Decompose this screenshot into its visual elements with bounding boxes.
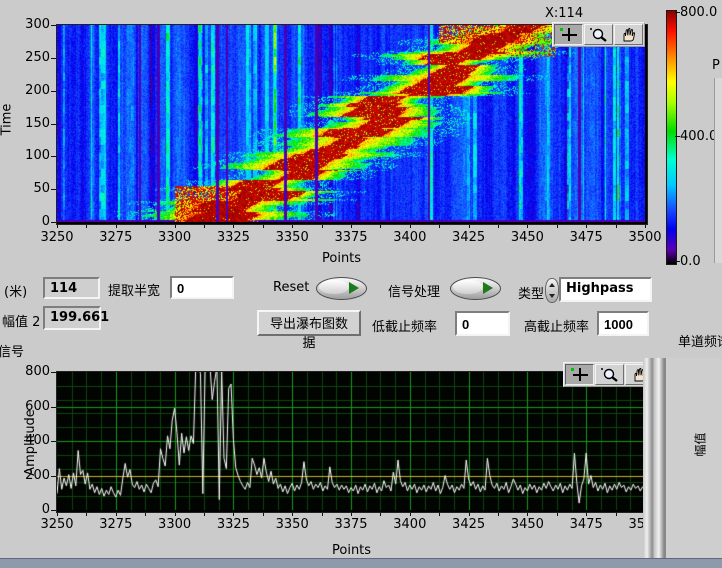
labview-front-panel: { "waterfall_plot": { "ylabel": "Time", … (0, 0, 722, 567)
switch-knob (319, 280, 349, 294)
increment-arrow-icon (549, 283, 555, 287)
y-tick-label: 100 (16, 148, 50, 163)
x-tick-label: 3375 (329, 517, 373, 532)
waterfall-graph-palette (552, 22, 645, 47)
single-channel-spectrum-label: 单道频谱 (678, 331, 722, 350)
zoom-tool-button[interactable] (584, 24, 613, 45)
x-tick-label: 3250 (35, 230, 79, 245)
y-tick-label: 200 (16, 83, 50, 98)
offscreen-panel-edge (714, 78, 722, 263)
amplitude2-indicator: 199.661 (43, 306, 101, 330)
waterfall-ylabel: Time (0, 104, 14, 136)
x-tick-label: 3300 (153, 230, 197, 245)
magnifier-icon (589, 27, 609, 42)
signal-section-label: 信号 (0, 341, 24, 360)
reset-label: Reset (273, 280, 309, 295)
switch-knob (453, 280, 483, 294)
magnifier-icon (600, 367, 620, 382)
colorbar-min-label: 0.0 (680, 254, 701, 269)
y-tick-label: 50 (16, 181, 50, 196)
cursor-tool-button[interactable] (565, 364, 594, 385)
decrement-arrow-icon (549, 294, 555, 298)
crosshair-icon (559, 27, 579, 42)
high-cutoff-label: 高截止频率 (524, 316, 589, 335)
signal-processing-switch[interactable] (450, 277, 501, 300)
zoom-tool-button[interactable] (595, 364, 624, 385)
x-tick-label: 3400 (388, 517, 432, 532)
x-tick-label: 3350 (270, 517, 314, 532)
x-tick-label: 3475 (564, 230, 608, 245)
export-waterfall-button[interactable]: 导出瀑布图数据 (257, 310, 361, 336)
amplitude2-label: 幅值 2 (2, 311, 40, 330)
y-tick-label: 400 (16, 433, 50, 448)
green-arrow-icon (483, 282, 493, 294)
crosshair-icon (570, 367, 590, 382)
colorbar-max-label: 800.0 (680, 5, 717, 20)
x-tick-label: 3350 (270, 230, 314, 245)
cursor-tool-button[interactable] (554, 24, 583, 45)
x-tick-label: 3275 (94, 230, 138, 245)
clipped-right-label: P (712, 58, 720, 73)
distance-indicator: 114 (43, 277, 100, 299)
y-tick-label: 250 (16, 50, 50, 65)
y-tick-label: 0 (16, 214, 50, 229)
y-tick-label: 0 (16, 502, 50, 517)
reset-switch[interactable] (316, 277, 367, 300)
color-scale-bar (666, 10, 677, 265)
y-tick-label: 200 (16, 468, 50, 483)
x-tick-label: 3325 (211, 230, 255, 245)
signal-waveform[interactable] (57, 372, 645, 510)
low-cutoff-input[interactable] (455, 311, 510, 336)
panel-splitter (643, 358, 665, 558)
hand-icon (619, 27, 639, 42)
y-tick-label: 300 (16, 17, 50, 32)
x-tick-label: 3325 (211, 517, 255, 532)
waterfall-plot-area[interactable] (56, 24, 648, 225)
x-tick-label: 3450 (505, 517, 549, 532)
colorbar-mid-label: 400.0 (680, 129, 717, 144)
x-tick-label: 3425 (447, 517, 491, 532)
x-tick-label: 3500 (623, 230, 667, 245)
high-cutoff-input[interactable] (597, 311, 649, 336)
green-arrow-icon (349, 282, 359, 294)
cursor-readout: X:114 (545, 6, 583, 21)
x-tick-label: 3425 (447, 230, 491, 245)
filter-type-ring[interactable]: Highpass (559, 277, 652, 302)
signal-plot-area[interactable] (56, 371, 648, 513)
x-tick-label: 3300 (153, 517, 197, 532)
waterfall-xlabel: Points (322, 251, 361, 266)
x-tick-label: 3475 (564, 517, 608, 532)
distance-label: (米) (4, 281, 27, 300)
x-tick-label: 3400 (388, 230, 432, 245)
y-tick-label: 150 (16, 116, 50, 131)
y-tick-label: 800 (16, 364, 50, 379)
waterfall-heatmap[interactable] (57, 25, 645, 222)
offscreen-right-panel: 幅值 (665, 358, 722, 558)
x-tick-label: 3250 (35, 517, 79, 532)
x-tick-label: 3275 (94, 517, 138, 532)
y-tick-label: 600 (16, 399, 50, 414)
signal-xlabel: Points (332, 543, 371, 558)
half-width-label: 提取半宽 (108, 280, 160, 299)
signal-processing-label: 信号处理 (388, 281, 440, 300)
rotated-amplitude-label: 幅值 (692, 432, 709, 456)
pan-tool-button[interactable] (614, 24, 643, 45)
x-tick-label: 3375 (329, 230, 373, 245)
half-width-input[interactable] (170, 276, 234, 299)
filter-type-label: 类型 (518, 283, 544, 302)
x-tick-label: 3450 (505, 230, 549, 245)
filter-type-spinner[interactable] (545, 278, 559, 303)
low-cutoff-label: 低截止频率 (372, 316, 437, 335)
